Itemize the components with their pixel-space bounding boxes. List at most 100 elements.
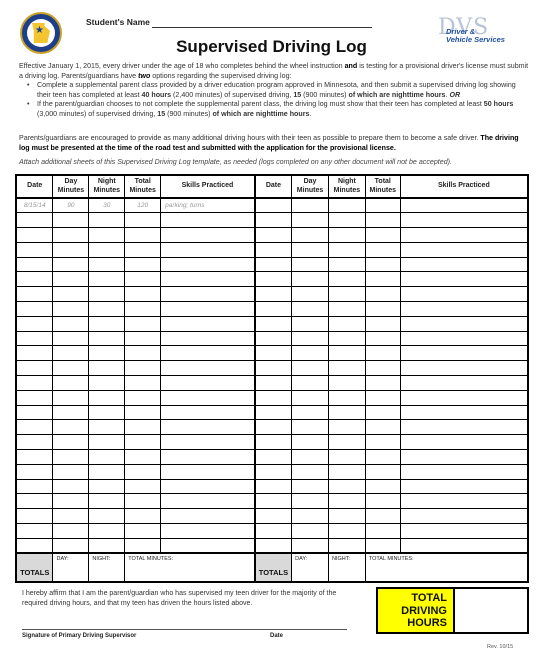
log-cell[interactable]: [291, 271, 329, 288]
log-cell[interactable]: [88, 449, 126, 465]
log-cell[interactable]: [327, 301, 366, 317]
log-cell[interactable]: [160, 389, 256, 406]
log-cell[interactable]: [327, 508, 366, 525]
sample-total-minutes[interactable]: 120: [124, 197, 162, 214]
log-cell[interactable]: [124, 241, 162, 258]
log-cell[interactable]: [254, 449, 293, 465]
log-cell[interactable]: [124, 286, 162, 303]
log-cell[interactable]: [327, 537, 366, 554]
log-cell[interactable]: [399, 375, 529, 391]
log-cell[interactable]: [160, 301, 256, 317]
log-cell[interactable]: [124, 449, 162, 465]
log-cell[interactable]: [291, 301, 329, 317]
log-cell[interactable]: [399, 523, 529, 539]
log-cell[interactable]: [124, 256, 162, 273]
log-cell[interactable]: [88, 360, 126, 377]
log-cell[interactable]: [52, 286, 90, 303]
log-cell[interactable]: [399, 301, 529, 317]
log-cell[interactable]: [15, 434, 54, 451]
log-cell[interactable]: [291, 389, 329, 406]
log-cell[interactable]: [327, 271, 366, 288]
log-cell[interactable]: [52, 449, 90, 465]
log-cell[interactable]: [254, 463, 293, 480]
sample-night-minutes[interactable]: 30: [88, 197, 126, 214]
log-cell[interactable]: [399, 404, 529, 421]
log-cell[interactable]: [52, 419, 90, 436]
log-cell[interactable]: [399, 315, 529, 332]
log-cell[interactable]: [254, 286, 293, 303]
log-cell[interactable]: [327, 478, 366, 495]
log-cell[interactable]: [52, 508, 90, 525]
log-cell[interactable]: [88, 478, 126, 495]
log-cell[interactable]: [88, 523, 126, 539]
log-cell[interactable]: [124, 330, 162, 347]
log-cell[interactable]: [399, 197, 529, 214]
log-cell[interactable]: [88, 404, 126, 421]
log-cell[interactable]: [124, 360, 162, 377]
log-cell[interactable]: [254, 478, 293, 495]
log-cell[interactable]: [364, 345, 401, 362]
log-cell[interactable]: [15, 315, 54, 332]
log-cell[interactable]: [52, 537, 90, 554]
log-cell[interactable]: [88, 493, 126, 510]
log-cell[interactable]: [399, 389, 529, 406]
log-cell[interactable]: [291, 434, 329, 451]
log-cell[interactable]: [124, 212, 162, 229]
log-cell[interactable]: [15, 360, 54, 377]
log-cell[interactable]: [15, 212, 54, 229]
log-cell[interactable]: [15, 375, 54, 391]
totals-total-minutes[interactable]: TOTAL MINUTES:: [124, 552, 256, 583]
log-cell[interactable]: [160, 256, 256, 273]
log-cell[interactable]: [291, 404, 329, 421]
log-cell[interactable]: [15, 227, 54, 243]
log-cell[interactable]: [291, 493, 329, 510]
log-cell[interactable]: [327, 330, 366, 347]
log-cell[interactable]: [327, 345, 366, 362]
log-cell[interactable]: [15, 537, 54, 554]
log-cell[interactable]: [15, 419, 54, 436]
log-cell[interactable]: [364, 419, 401, 436]
log-cell[interactable]: [327, 241, 366, 258]
log-cell[interactable]: [15, 241, 54, 258]
log-cell[interactable]: [52, 493, 90, 510]
log-cell[interactable]: [160, 360, 256, 377]
log-cell[interactable]: [399, 537, 529, 554]
log-cell[interactable]: [160, 419, 256, 436]
log-cell[interactable]: [399, 463, 529, 480]
log-cell[interactable]: [254, 301, 293, 317]
log-cell[interactable]: [160, 449, 256, 465]
log-cell[interactable]: [124, 271, 162, 288]
log-cell[interactable]: [364, 212, 401, 229]
log-cell[interactable]: [124, 375, 162, 391]
log-cell[interactable]: [52, 271, 90, 288]
log-cell[interactable]: [160, 508, 256, 525]
log-cell[interactable]: [160, 241, 256, 258]
log-cell[interactable]: [124, 434, 162, 451]
log-cell[interactable]: [291, 241, 329, 258]
log-cell[interactable]: [88, 434, 126, 451]
log-cell[interactable]: [327, 523, 366, 539]
log-cell[interactable]: [88, 419, 126, 436]
log-cell[interactable]: [124, 345, 162, 362]
sample-date[interactable]: 8/15/14: [15, 197, 54, 214]
log-cell[interactable]: [364, 301, 401, 317]
log-cell[interactable]: [254, 375, 293, 391]
log-cell[interactable]: [124, 301, 162, 317]
totals-night[interactable]: NIGHT:: [327, 552, 366, 583]
totals-total-minutes[interactable]: TOTAL MINUTES:: [364, 552, 529, 583]
log-cell[interactable]: [327, 197, 366, 214]
log-cell[interactable]: [88, 508, 126, 525]
log-cell[interactable]: [15, 493, 54, 510]
log-cell[interactable]: [124, 419, 162, 436]
log-cell[interactable]: [160, 404, 256, 421]
log-cell[interactable]: [364, 315, 401, 332]
log-cell[interactable]: [291, 330, 329, 347]
log-cell[interactable]: [327, 227, 366, 243]
log-cell[interactable]: [52, 345, 90, 362]
log-cell[interactable]: [88, 330, 126, 347]
log-cell[interactable]: [364, 375, 401, 391]
log-cell[interactable]: [399, 286, 529, 303]
log-cell[interactable]: [124, 478, 162, 495]
log-cell[interactable]: [15, 449, 54, 465]
log-cell[interactable]: [327, 360, 366, 377]
